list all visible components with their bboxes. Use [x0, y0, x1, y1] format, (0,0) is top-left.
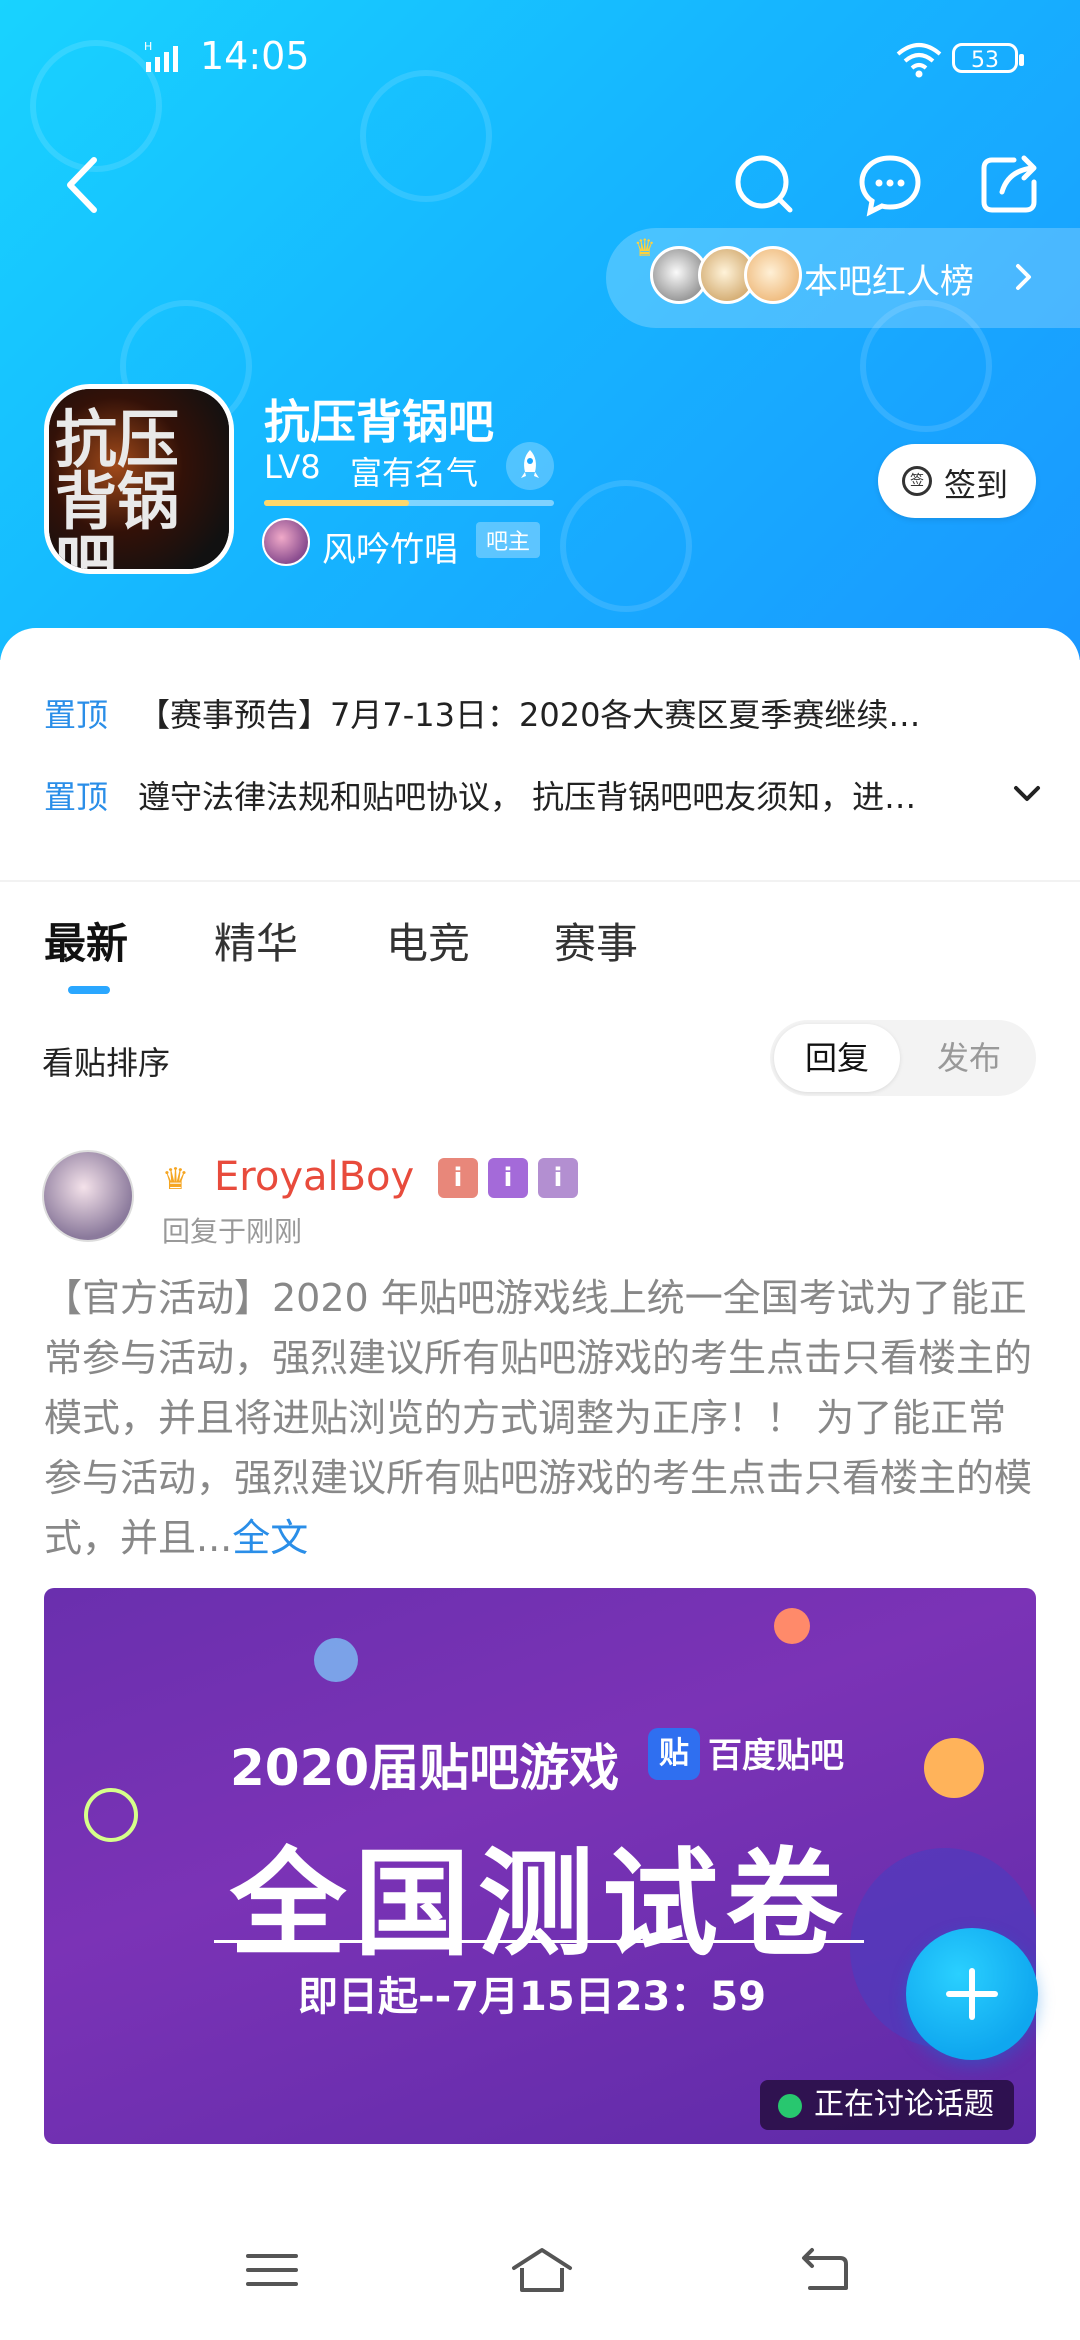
share-icon[interactable]: [974, 148, 1046, 220]
post-banner-image[interactable]: 2020届贴吧游戏 贴 百度贴吧 全国测试卷 即日起--7月15日23：59 正…: [44, 1588, 1036, 2144]
decor-dot: [84, 1788, 138, 1842]
search-icon[interactable]: [728, 148, 800, 220]
author-avatar[interactable]: [42, 1150, 134, 1242]
banner-brand-label: 百度贴吧: [708, 1736, 844, 1776]
menu-icon[interactable]: [244, 2242, 300, 2298]
system-nav-bar: [0, 2200, 1080, 2340]
banner-subtitle: 2020届贴吧游戏: [230, 1739, 620, 1797]
svg-text:H: H: [144, 40, 152, 53]
background-pattern: [560, 480, 692, 612]
pinned-title: 【赛事预告】7月7-13日：2020各大赛区夏季赛继续…: [138, 696, 921, 734]
forum-header: H 14:05 53 ♛ 本吧红人榜 抗压背锅吧 抗压背锅吧 LV8 富有名气 …: [0, 0, 1080, 660]
decor-dot: [774, 1608, 810, 1644]
signal-icon: H: [144, 40, 178, 72]
badge-icon[interactable]: i: [488, 1158, 528, 1198]
topic-dot-icon: [778, 2094, 802, 2118]
pinned-title: 遵守法律法规和贴吧协议， 抗压背锅吧吧友须知，进…: [138, 778, 917, 816]
hot-list-label: 本吧红人榜: [804, 262, 974, 302]
new-post-button[interactable]: [906, 1928, 1038, 2060]
banner-date: 即日起--7月15日23：59: [298, 1974, 767, 2020]
read-more-link[interactable]: 全文: [232, 1516, 308, 1560]
author-name[interactable]: EroyalBoy: [214, 1154, 414, 1200]
tab-latest[interactable]: 最新: [44, 910, 128, 971]
baidu-tieba-logo-icon: 贴: [648, 1728, 700, 1780]
chevron-down-icon[interactable]: [1012, 782, 1042, 806]
hot-list-button[interactable]: ♛ 本吧红人榜: [606, 228, 1080, 328]
decor-dot: [314, 1638, 358, 1682]
sort-option-reply[interactable]: 回复: [774, 1024, 900, 1092]
back-nav-icon[interactable]: [796, 2242, 852, 2298]
sort-label: 看贴排序: [42, 1044, 171, 1082]
plus-icon: [969, 1968, 975, 2020]
forum-logo-text: 抗压背锅吧: [55, 403, 180, 574]
forum-rank-title: 富有名气: [350, 454, 479, 492]
reply-time: 回复于刚刚: [162, 1215, 303, 1248]
owner-avatar[interactable]: [262, 518, 310, 566]
pinned-post[interactable]: 置顶 遵守法律法规和贴吧协议， 抗压背锅吧吧友须知，进…: [44, 772, 1040, 822]
post-body[interactable]: 【官方活动】2020 年贴吧游戏线上统一全国考试为了能正常参与活动，强烈建议所有…: [44, 1268, 1034, 1568]
sort-option-publish[interactable]: 发布: [906, 1024, 1032, 1092]
owner-badge: 吧主: [476, 522, 541, 558]
status-bar: H 14:05 53: [0, 0, 1080, 120]
forum-name: 抗压背锅吧: [264, 395, 494, 449]
pinned-tag: 置顶: [44, 696, 109, 734]
illustration-person-icon: [924, 1738, 984, 1798]
divider: [0, 880, 1080, 882]
sort-toggle: 回复 发布: [770, 1020, 1036, 1096]
experience-fill: [264, 500, 409, 506]
rocket-icon[interactable]: [506, 442, 554, 490]
tab-events[interactable]: 赛事: [554, 910, 638, 971]
checkin-icon: 签: [902, 466, 932, 496]
tab-indicator: [68, 986, 110, 994]
pinned-tag: 置顶: [44, 778, 109, 816]
banner-title: 全国测试卷: [230, 1837, 850, 1972]
back-arrow-icon[interactable]: [54, 150, 114, 220]
crown-icon: ♛: [162, 1162, 189, 1197]
owner-name[interactable]: 风吟竹唱: [322, 522, 458, 571]
banner-brand: 贴 百度贴吧: [648, 1728, 858, 1784]
banner-divider: [214, 1940, 864, 1943]
tab-featured[interactable]: 精华: [214, 910, 298, 971]
badge-icon[interactable]: i: [538, 1158, 578, 1198]
topic-chip[interactable]: 正在讨论话题: [760, 2080, 1014, 2130]
checkin-button[interactable]: 签 签到: [878, 444, 1036, 518]
chevron-right-icon: [1016, 264, 1031, 290]
wifi-icon: [896, 43, 942, 78]
forum-logo: 抗压背锅吧: [44, 384, 234, 574]
crown-icon: ♛: [634, 234, 656, 262]
pinned-post[interactable]: 置顶 【赛事预告】7月7-13日：2020各大赛区夏季赛继续…: [44, 690, 1034, 740]
checkin-label: 签到: [944, 466, 1009, 504]
tab-esports[interactable]: 电竞: [386, 910, 470, 971]
post-text: 【官方活动】2020 年贴吧游戏线上统一全国考试为了能正常参与活动，强烈建议所有…: [44, 1276, 1033, 1560]
badge-icon[interactable]: i: [438, 1158, 478, 1198]
topic-chip-label: 正在讨论话题: [814, 2087, 994, 2122]
message-icon[interactable]: [854, 148, 926, 220]
forum-level: LV8: [264, 448, 321, 486]
home-icon[interactable]: [510, 2242, 574, 2298]
battery-indicator: 53: [952, 43, 1024, 73]
clock: 14:05: [200, 34, 310, 78]
hot-user-avatar: [744, 246, 802, 304]
experience-bar: [264, 500, 554, 506]
